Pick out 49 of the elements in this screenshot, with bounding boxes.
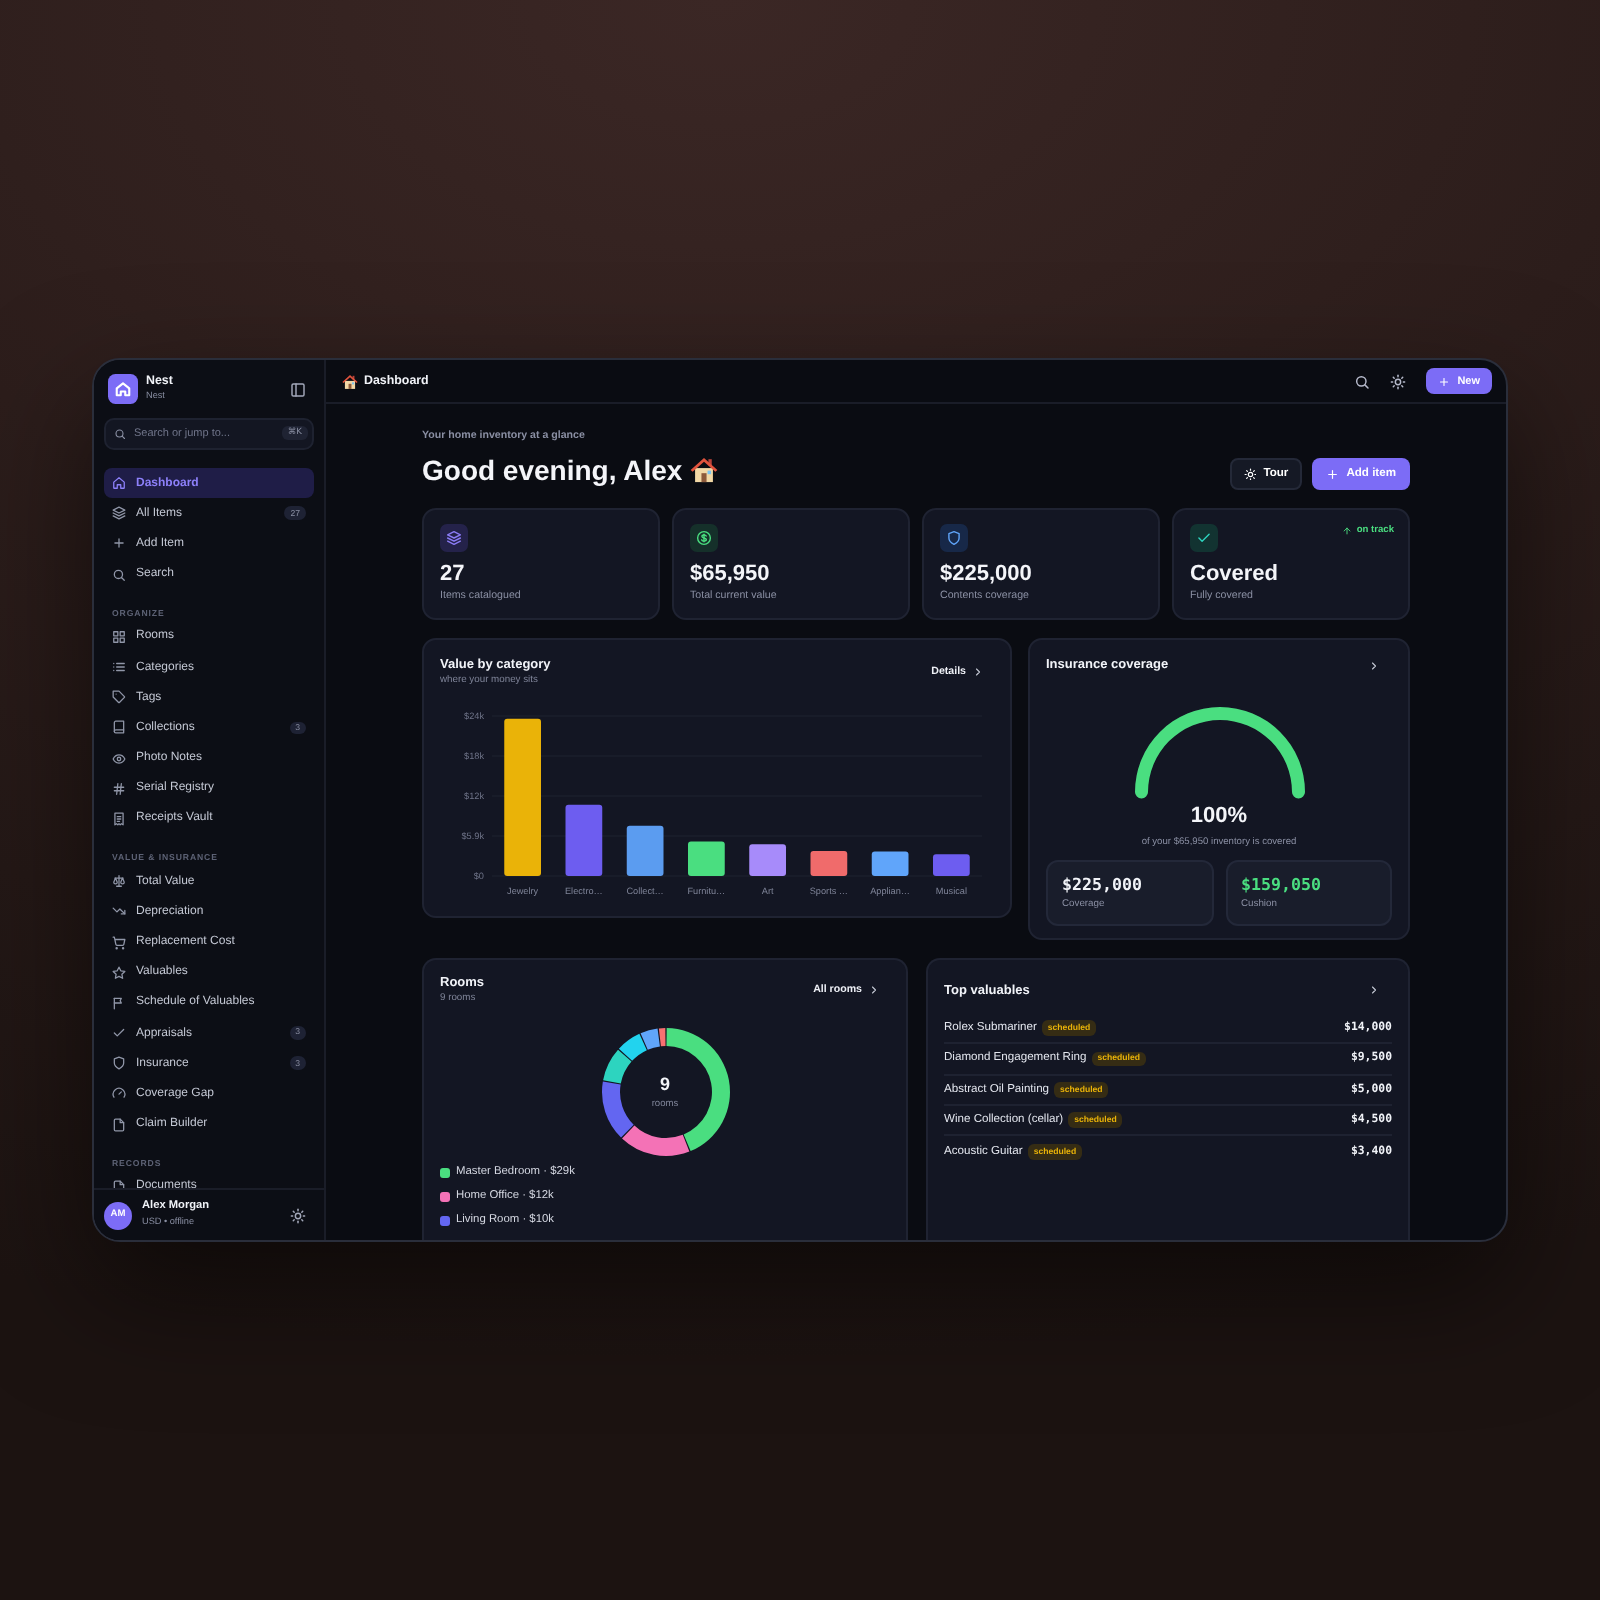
plus-icon: [1326, 467, 1340, 481]
room-count: 9: [659, 1073, 670, 1093]
chevron-right-icon[interactable]: [1368, 659, 1380, 671]
logo-icon: [108, 374, 138, 404]
summary-value: $225,000: [1062, 874, 1142, 894]
coverage-percent: 100%: [1190, 802, 1248, 830]
grid-icon: [112, 629, 126, 644]
arrow-up-icon: [1342, 526, 1353, 536]
book-icon: [112, 720, 126, 735]
sidebar-toggle-icon[interactable]: [290, 381, 306, 397]
home-icon: [112, 476, 126, 491]
dollar-icon: [690, 524, 718, 552]
file-icon: [112, 1117, 126, 1132]
shield-icon: [940, 524, 968, 552]
cart-icon: [112, 935, 126, 950]
receipt-icon: [112, 811, 126, 826]
layers-icon: [112, 506, 126, 521]
scale-icon: [112, 874, 126, 889]
check-icon: [112, 1026, 126, 1041]
sun-icon[interactable]: [290, 1207, 306, 1223]
sun-icon[interactable]: [1390, 373, 1407, 389]
gauge-icon: [112, 1086, 126, 1101]
list-icon: [112, 660, 126, 675]
house-icon: [342, 373, 358, 389]
stat-value: $225,000: [940, 560, 1034, 588]
house-icon: [690, 456, 719, 484]
plus-icon: [112, 536, 126, 551]
hash-icon: [112, 781, 126, 796]
chevron-right-icon[interactable]: [1368, 984, 1380, 996]
sun-icon: [1243, 467, 1257, 481]
shield-icon: [112, 1056, 126, 1071]
stat-value: 27: [440, 560, 467, 588]
plus-icon: [1438, 375, 1451, 387]
chevron-right-icon: [868, 984, 880, 996]
tag-icon: [112, 690, 126, 705]
greeting-heading: Good evening, Alex: [422, 452, 683, 488]
trend-down-icon: [112, 904, 126, 919]
chevron-right-icon: [972, 666, 984, 678]
search-icon: [114, 428, 126, 440]
check-icon: [1190, 524, 1218, 552]
stat-value: $65,950: [690, 560, 772, 588]
summary-value: $159,050: [1241, 874, 1321, 894]
layers-icon: [440, 524, 468, 552]
search-icon[interactable]: [1354, 373, 1371, 389]
star-icon: [112, 965, 126, 980]
search-icon: [112, 567, 126, 582]
stat-value: Covered: [1190, 560, 1281, 588]
flag-icon: [112, 995, 126, 1010]
eye-icon: [112, 751, 126, 766]
